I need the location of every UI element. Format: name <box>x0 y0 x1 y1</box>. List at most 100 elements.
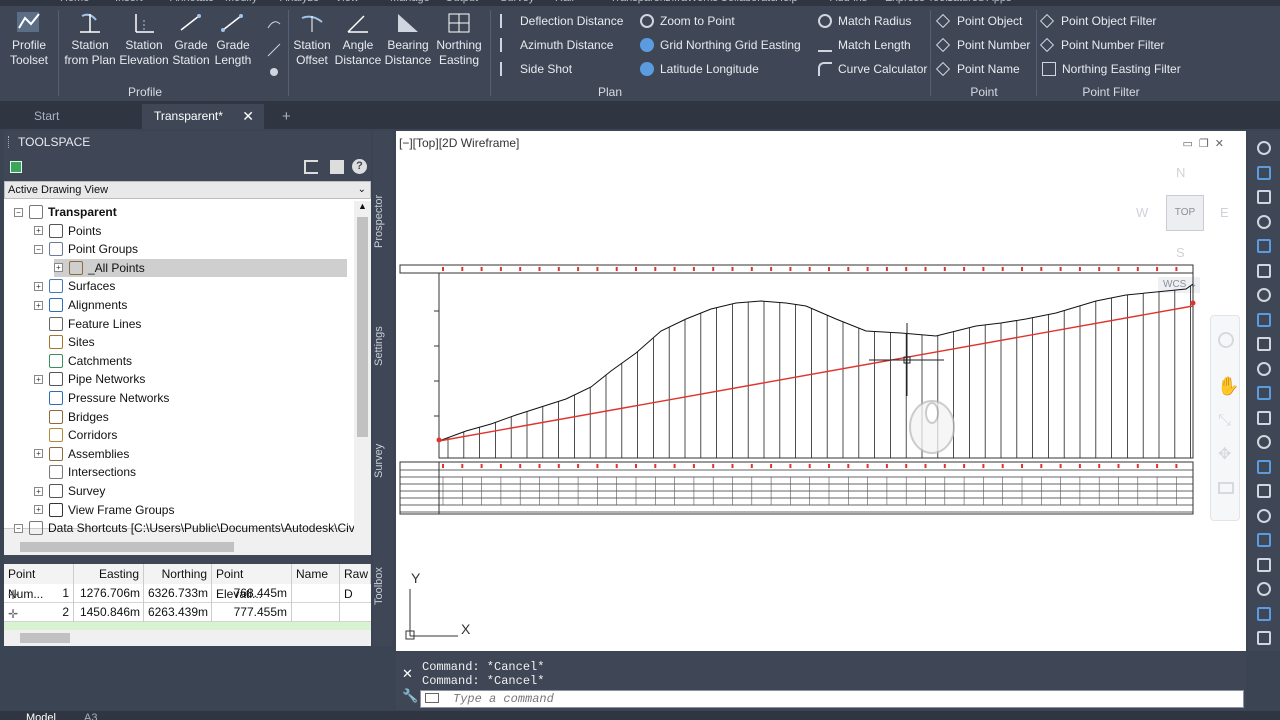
tree-node[interactable]: − Data Shortcuts [C:\Users\Public\Documen… <box>14 519 364 537</box>
angle-distance-button[interactable]: Angle Distance <box>334 10 382 68</box>
tree-node[interactable]: Bridges <box>34 408 109 426</box>
tool-palette-icon[interactable] <box>1257 557 1271 572</box>
grid-northing-easting-button[interactable]: Grid Northing Grid Easting <box>640 33 801 57</box>
column-header-easting[interactable]: Easting <box>74 564 144 584</box>
station-elevation-button[interactable]: Station Elevation <box>118 10 170 68</box>
tool-palette-icon[interactable] <box>1257 606 1271 621</box>
match-length-button[interactable]: Match Length <box>818 33 927 57</box>
tree-node[interactable]: + Pipe Networks <box>34 370 145 388</box>
tool-palette-icon[interactable] <box>1257 631 1271 645</box>
scroll-thumb[interactable] <box>20 633 70 643</box>
expander-icon[interactable]: + <box>34 486 43 496</box>
command-input[interactable]: Type a command <box>420 690 1244 708</box>
ribbon-tab[interactable]: Manage <box>390 0 430 4</box>
table-row[interactable]: ✛ 2 1450.846m 6263.439m 777.455m <box>4 603 371 622</box>
station-offset-button[interactable]: Station Offset <box>290 10 334 68</box>
command-prompt-icon[interactable] <box>425 693 439 703</box>
tool-palette-icon[interactable] <box>1257 533 1271 547</box>
expander-icon[interactable]: − <box>34 244 43 254</box>
scroll-thumb[interactable] <box>357 217 368 437</box>
help-icon[interactable]: ? <box>352 159 367 174</box>
tree-node[interactable]: + Survey <box>34 482 105 500</box>
tab-settings[interactable]: Settings <box>373 311 393 381</box>
point-number-filter-button[interactable]: Point Number Filter <box>1039 33 1181 57</box>
point-name-button[interactable]: Point Name <box>935 57 1030 81</box>
expander-icon[interactable]: + <box>34 374 43 384</box>
tree-node[interactable]: Feature Lines <box>34 315 141 333</box>
tool-palette-icon[interactable] <box>1257 582 1271 596</box>
profile-small-icon-3[interactable] <box>266 64 282 80</box>
table-row[interactable]: ✛ 1 1276.706m 6326.733m 768.445m <box>4 584 371 603</box>
ribbon-tab[interactable]: Annotate <box>170 0 214 4</box>
tool-palette-icon[interactable] <box>1257 410 1271 425</box>
ribbon-tab[interactable]: Survey <box>500 0 534 4</box>
point-number-button[interactable]: Point Number <box>935 33 1030 57</box>
tab-layout-a3[interactable]: A3 <box>84 711 97 720</box>
tool-palette-icon[interactable] <box>1257 459 1271 474</box>
ribbon-tab[interactable]: Rail <box>555 0 574 4</box>
tool-palette-icon[interactable] <box>1257 141 1271 155</box>
ribbon-tab[interactable]: InfraWorks <box>665 0 718 4</box>
ribbon-tab[interactable]: Insert <box>115 0 143 4</box>
latitude-longitude-button[interactable]: Latitude Longitude <box>640 57 801 81</box>
tab-toolbox[interactable]: Toolbox <box>373 556 393 616</box>
match-radius-button[interactable]: Match Radius <box>818 9 927 33</box>
column-header-northing[interactable]: Northing <box>144 564 212 584</box>
ribbon-tab[interactable]: Modify <box>225 0 257 4</box>
panel-divider[interactable] <box>4 555 371 564</box>
tab-transparent[interactable]: Transparent* ✕ <box>142 104 264 129</box>
grip-icon[interactable] <box>8 136 12 148</box>
tool-palette-icon[interactable] <box>1257 508 1271 523</box>
tree-node[interactable]: + _All Points <box>54 258 347 277</box>
expander-icon[interactable]: − <box>14 523 23 533</box>
tree-node[interactable]: + Alignments <box>34 296 127 314</box>
ribbon-tab[interactable]: View <box>335 0 359 4</box>
tool-palette-icon[interactable] <box>1257 386 1271 400</box>
tree-node[interactable]: − Transparent <box>14 203 117 221</box>
tool-palette-icon[interactable] <box>1257 263 1271 278</box>
column-header-point-elevation[interactable]: Point Elevati... <box>212 564 292 601</box>
point-object-filter-button[interactable]: Point Object Filter <box>1039 9 1181 33</box>
tree-node[interactable]: + Assemblies <box>34 445 129 463</box>
active-drawing-view-select[interactable]: Active Drawing View ⌄ <box>4 181 371 199</box>
tool-palette-icon[interactable] <box>1257 484 1271 498</box>
expander-icon[interactable]: + <box>34 281 43 291</box>
curve-calculator-button[interactable]: Curve Calculator <box>818 57 927 81</box>
new-tab-button[interactable]: + <box>270 104 298 129</box>
ribbon-tab[interactable]: Home <box>60 0 89 4</box>
tab-start[interactable]: Start <box>22 104 132 129</box>
northing-easting-filter-button[interactable]: Northing Easting Filter <box>1042 57 1181 81</box>
bearing-distance-button[interactable]: Bearing Distance <box>384 10 432 68</box>
tree-view-icon[interactable] <box>304 160 318 174</box>
tab-prospector[interactable]: Prospector <box>373 181 393 261</box>
tool-palette-icon[interactable] <box>1257 214 1271 229</box>
tool-palette-icon[interactable] <box>1257 312 1271 327</box>
profile-small-icon-2[interactable] <box>266 42 282 58</box>
tree-node[interactable]: Catchments <box>34 352 132 370</box>
tool-palette-icon[interactable] <box>1257 435 1271 449</box>
drawing-viewport[interactable]: [−][Top][2D Wireframe] ▭❐✕ N W E S TOP W… <box>396 131 1246 651</box>
tree-node[interactable]: − Point Groups <box>34 240 138 258</box>
zoom-to-point-button[interactable]: Zoom to Point <box>640 9 801 33</box>
deflection-distance-button[interactable]: Deflection Distance <box>500 9 623 33</box>
expander-icon[interactable]: + <box>54 263 63 273</box>
tree-node[interactable]: + Points <box>34 222 101 240</box>
column-header-name[interactable]: Name <box>292 564 340 584</box>
profile-small-icon-1[interactable] <box>266 16 282 32</box>
ribbon-tab[interactable]: Add-ins <box>830 0 867 4</box>
toolspace-icon[interactable] <box>10 161 22 173</box>
scroll-thumb[interactable] <box>20 542 234 552</box>
tool-palette-icon[interactable] <box>1257 288 1271 302</box>
scroll-up-icon[interactable]: ▲ <box>354 201 371 211</box>
tree-node[interactable]: Sites <box>34 333 95 351</box>
ribbon-tab[interactable]: Featured Apps <box>940 0 1012 4</box>
tree-node[interactable]: Intersections <box>34 463 136 481</box>
tool-palette-icon[interactable] <box>1257 337 1271 351</box>
expander-icon[interactable]: + <box>34 300 43 310</box>
profile-view-drawing[interactable]: Y X <box>396 131 1246 651</box>
northing-easting-button[interactable]: Northing Easting <box>434 10 484 68</box>
close-icon[interactable]: ✕ <box>242 104 254 129</box>
close-icon[interactable]: ✕ <box>402 666 413 682</box>
profile-toolset-button[interactable]: Profile Toolset <box>6 10 52 68</box>
item-view-icon[interactable] <box>330 160 344 174</box>
